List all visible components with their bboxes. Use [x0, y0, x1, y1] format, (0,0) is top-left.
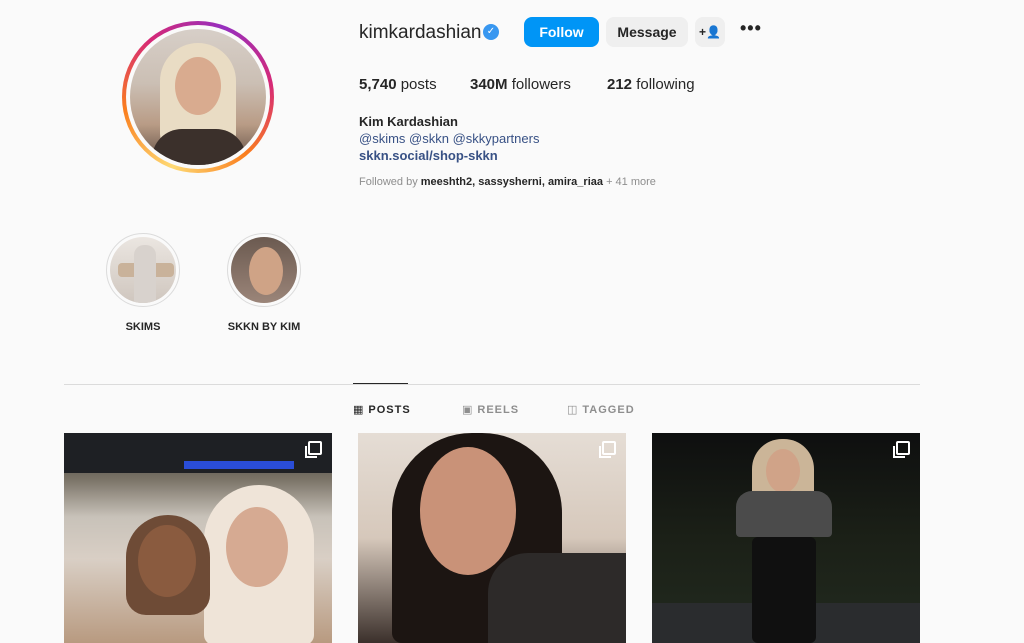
bio-link[interactable]: skkn.social/shop-skkn	[359, 148, 498, 163]
stat-followers[interactable]: 340M followers	[470, 76, 571, 93]
post-thumbnail[interactable]	[64, 433, 332, 643]
tab-tagged[interactable]: ◫ TAGGED	[567, 403, 635, 416]
highlight-label: SKIMS	[125, 321, 161, 333]
post-thumbnail[interactable]	[652, 433, 920, 643]
stat-posts: 5,740 posts	[359, 76, 437, 93]
more-options-icon[interactable]: •••	[740, 19, 764, 42]
follow-button[interactable]: Follow	[524, 17, 599, 47]
profile-page: kimkardashian ✓ Follow Message +👤 ••• 5,…	[0, 0, 1024, 643]
grid-icon: ▦	[353, 404, 365, 416]
highlight-cover	[231, 237, 297, 303]
highlight-label: SKKN BY KIM	[227, 321, 301, 333]
tabs-divider	[64, 384, 920, 385]
highlight-skkn-by-kim[interactable]: SKKN BY KIM	[226, 233, 302, 333]
bio-tags[interactable]: @skims @skkn @skkypartners	[359, 131, 539, 146]
tagged-icon: ◫	[567, 404, 579, 416]
active-tab-indicator	[353, 383, 408, 384]
reels-icon: ▣	[462, 404, 474, 416]
username: kimkardashian	[359, 22, 482, 43]
stat-following[interactable]: 212 following	[607, 76, 695, 93]
tab-reels[interactable]: ▣ REELS	[462, 403, 519, 416]
avatar-photo	[130, 29, 266, 165]
carousel-icon	[305, 441, 322, 458]
carousel-icon	[893, 441, 910, 458]
add-user-icon[interactable]: +👤	[695, 17, 725, 47]
bio-full-name: Kim Kardashian	[359, 114, 458, 129]
message-button[interactable]: Message	[606, 17, 688, 47]
post-thumbnail[interactable]	[358, 433, 626, 643]
verified-badge-icon: ✓	[483, 24, 499, 40]
carousel-icon	[599, 441, 616, 458]
highlight-cover	[110, 237, 176, 303]
profile-avatar[interactable]	[122, 21, 274, 173]
followed-by[interactable]: Followed by meeshth2, sassysherni, amira…	[359, 176, 656, 188]
tab-posts[interactable]: ▦ POSTS	[353, 403, 411, 416]
highlight-skims[interactable]: SKIMS	[105, 233, 181, 333]
